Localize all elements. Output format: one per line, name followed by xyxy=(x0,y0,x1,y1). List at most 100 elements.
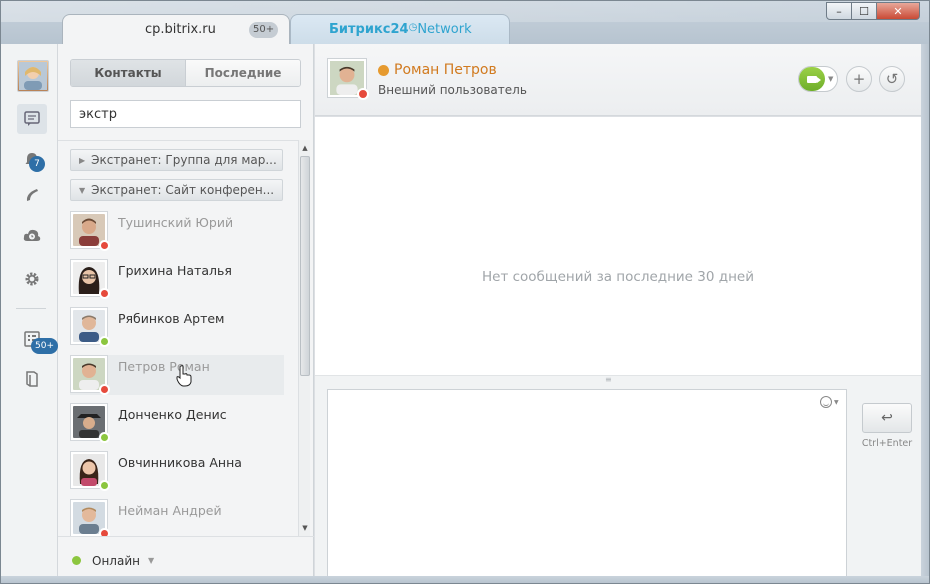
message-input[interactable] xyxy=(327,389,847,584)
chat-icon xyxy=(24,111,40,126)
window-controls: – ☐ ✕ xyxy=(826,2,920,20)
contact-name: Овчинникова Анна xyxy=(118,455,242,470)
enter-icon: ↩ xyxy=(881,410,893,426)
apps-badge: 50+ xyxy=(31,338,58,354)
contact-item[interactable]: Донченко Денис xyxy=(70,403,284,443)
status-online-icon xyxy=(99,432,110,443)
status-offline-icon xyxy=(99,240,110,251)
user-face-icon xyxy=(19,62,47,90)
avatar xyxy=(70,307,110,347)
phone-nav-button[interactable] xyxy=(17,180,47,210)
notifications-nav-button[interactable]: 7 xyxy=(17,144,47,174)
send-shortcut-hint: Ctrl+Enter xyxy=(861,438,913,449)
contact-item-selected[interactable]: Петров Роман xyxy=(70,355,284,395)
book-icon xyxy=(26,371,38,387)
avatar xyxy=(70,211,110,251)
phone-icon xyxy=(26,189,38,201)
status-online-icon xyxy=(72,556,81,565)
send-button[interactable]: ↩ xyxy=(862,403,912,433)
avatar xyxy=(70,355,110,395)
extranet-icon xyxy=(378,64,389,76)
contact-item[interactable]: Рябинков Артем xyxy=(70,307,284,347)
group-header[interactable]: ▼ Экстранет: Сайт конферен... xyxy=(70,179,283,201)
chevron-down-icon: ▼ xyxy=(79,185,86,195)
book-nav-button[interactable] xyxy=(17,364,47,394)
scroll-up-icon[interactable]: ▲ xyxy=(299,142,311,154)
tab-title: cp.bitrix.ru xyxy=(145,22,216,37)
contact-list: ▶ Экстранет: Группа для мар... ▼ Экстран… xyxy=(58,140,298,536)
search-input[interactable] xyxy=(70,100,301,128)
user-avatar[interactable] xyxy=(17,60,49,92)
contact-item[interactable]: Овчинникова Анна xyxy=(70,451,284,491)
contact-name: Петров Роман xyxy=(118,359,210,374)
avatar xyxy=(70,259,110,299)
message-history: Нет сообщений за последние 30 дней xyxy=(315,117,921,375)
status-label: Онлайн xyxy=(92,553,140,568)
tab-title: Битрикс24◷Network xyxy=(329,22,472,37)
status-online-icon xyxy=(99,480,110,491)
contact-item[interactable]: Тушинский Юрий xyxy=(70,211,284,251)
group-header[interactable]: ▶ Экстранет: Группа для мар... xyxy=(70,149,283,171)
history-icon: ↺ xyxy=(885,70,899,88)
notifications-badge: 7 xyxy=(29,156,45,172)
tab-bitrix24-network[interactable]: Битрикс24◷Network xyxy=(290,14,510,44)
empty-history-text: Нет сообщений за последние 30 дней xyxy=(482,269,754,285)
window-border-bottom xyxy=(0,576,930,584)
history-button[interactable]: ↺ xyxy=(879,66,905,92)
tab-cp-bitrix[interactable]: cp.bitrix.ru 50+ xyxy=(62,14,290,44)
contact-item[interactable]: Грихина Наталья xyxy=(70,259,284,299)
chat-contact-name-text: Роман Петров xyxy=(394,62,497,78)
resize-splitter[interactable]: ≡ xyxy=(315,375,921,387)
status-dnd-icon xyxy=(99,288,110,299)
close-button[interactable]: ✕ xyxy=(876,2,920,20)
tab-badge: 50+ xyxy=(249,22,279,38)
tab-contacts[interactable]: Контакты xyxy=(71,60,186,86)
group-label: Экстранет: Группа для мар... xyxy=(91,153,277,167)
chat-contact-subtitle: Внешний пользователь xyxy=(378,83,527,97)
tab-recent[interactable]: Последние xyxy=(186,60,300,86)
maximize-button[interactable]: ☐ xyxy=(851,2,877,20)
contact-name: Грихина Наталья xyxy=(118,263,232,278)
rail-divider xyxy=(16,308,46,309)
cloud-clock-icon xyxy=(23,229,41,241)
contacts-panel: Контакты Последние ▶ Экстранет: Группа д… xyxy=(58,44,314,584)
minimize-button[interactable]: – xyxy=(826,2,852,20)
status-offline-icon xyxy=(99,528,110,536)
disk-nav-button[interactable] xyxy=(17,220,47,250)
avatar xyxy=(70,499,110,536)
smiley-button[interactable]: ▼ xyxy=(820,396,839,408)
status-offline-icon xyxy=(99,384,110,395)
avatar xyxy=(70,403,110,443)
contact-item[interactable]: Нейман Андрей xyxy=(70,499,284,536)
gear-icon xyxy=(25,272,39,286)
chat-contact-name[interactable]: Роман Петров xyxy=(378,62,497,78)
contact-name: Нейман Андрей xyxy=(118,503,222,518)
scrollbar-thumb[interactable] xyxy=(300,156,310,376)
contact-list-scrollbar[interactable]: ▲ ▼ xyxy=(298,140,310,536)
scroll-down-icon[interactable]: ▼ xyxy=(299,522,311,534)
apps-nav-button[interactable]: 50+ xyxy=(17,324,58,354)
grip-icon: ≡ xyxy=(605,375,612,384)
message-input-area: ▼ ↩ Ctrl+Enter xyxy=(315,387,921,584)
group-label: Экстранет: Сайт конферен... xyxy=(91,183,275,197)
contact-name: Тушинский Юрий xyxy=(118,215,234,230)
hand-cursor-icon xyxy=(176,365,192,387)
video-call-button[interactable]: ▼ xyxy=(798,66,838,92)
contact-name: Донченко Денис xyxy=(118,407,227,422)
chevron-right-icon: ▶ xyxy=(79,155,86,165)
status-online-icon xyxy=(99,336,110,347)
status-offline-icon xyxy=(357,88,369,100)
chat-nav-button[interactable] xyxy=(17,104,47,134)
chat-contact-avatar[interactable] xyxy=(327,58,369,100)
smiley-icon xyxy=(820,396,832,408)
plus-icon: + xyxy=(852,70,866,88)
video-camera-icon xyxy=(799,67,825,91)
chevron-down-icon[interactable]: ▼ xyxy=(828,75,833,83)
chevron-down-icon: ▼ xyxy=(147,556,155,565)
contact-name: Рябинков Артем xyxy=(118,311,225,326)
add-user-button[interactable]: + xyxy=(846,66,872,92)
avatar xyxy=(70,451,110,491)
settings-nav-button[interactable] xyxy=(17,264,47,294)
chevron-down-icon: ▼ xyxy=(834,398,839,406)
window-border-right xyxy=(921,44,930,584)
